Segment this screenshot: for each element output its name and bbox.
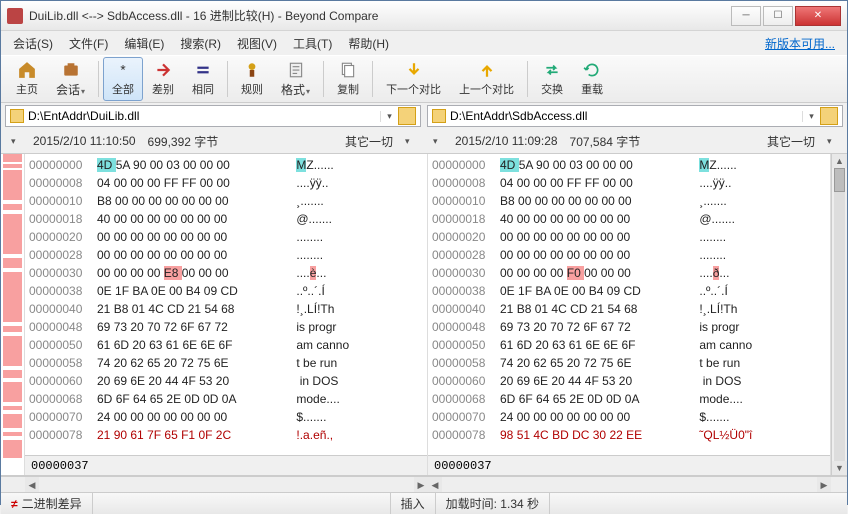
scroll-right-icon[interactable]: ▶ xyxy=(414,477,428,492)
horizontal-scrollbar[interactable]: ◀▶ ◀▶ xyxy=(1,476,847,492)
menu-tools[interactable]: 工具(T) xyxy=(285,32,340,55)
dropdown-icon[interactable]: ▾ xyxy=(405,136,415,147)
right-other[interactable]: 其它一切 xyxy=(767,133,815,150)
right-path-box: ▾ xyxy=(427,105,843,127)
diff-status: ≠二进制差异 xyxy=(1,493,93,514)
left-date: 2015/2/10 11:10:50 xyxy=(33,134,136,148)
right-date: 2015/2/10 11:09:28 xyxy=(455,134,558,148)
menu-view[interactable]: 视图(V) xyxy=(229,32,285,55)
menu-help[interactable]: 帮助(H) xyxy=(340,32,397,55)
not-equal-icon: ≠ xyxy=(11,497,18,511)
reload-button[interactable]: 重载 xyxy=(572,57,612,101)
diff-filter-button[interactable]: 差别 xyxy=(143,57,183,101)
left-size: 699,392 字节 xyxy=(148,133,219,150)
copy-button[interactable]: 复制 xyxy=(328,57,368,101)
browse-button[interactable] xyxy=(820,107,838,125)
format-button[interactable]: 格式▾ xyxy=(272,57,319,101)
right-offset: 00000037 xyxy=(428,455,830,475)
toolbar: 主页 会话▾ *全部 差别 相同 规则 格式▾ 复制 下一个对比 上一个对比 交… xyxy=(1,55,847,103)
left-pane: 00000000 4D 5A 90 00 03 00 00 00 MZ.....… xyxy=(25,154,428,475)
same-filter-button[interactable]: 相同 xyxy=(183,57,223,101)
rules-button[interactable]: 规则 xyxy=(232,57,272,101)
expand-icon[interactable]: ▾ xyxy=(433,136,443,147)
right-info: ▾ 2015/2/10 11:09:28 707,584 字节 其它一切 ▾ xyxy=(427,129,843,153)
minimize-button[interactable]: ─ xyxy=(731,6,761,26)
scroll-left-icon[interactable]: ◀ xyxy=(25,477,39,492)
scroll-left-icon[interactable]: ◀ xyxy=(428,477,442,492)
maximize-button[interactable]: ☐ xyxy=(763,6,793,26)
info-row: ▾ 2015/2/10 11:10:50 699,392 字节 其它一切 ▾ ▾… xyxy=(1,129,847,153)
update-link[interactable]: 新版本可用... xyxy=(765,35,835,52)
right-path-input[interactable] xyxy=(450,109,800,123)
swap-button[interactable]: 交换 xyxy=(532,57,572,101)
session-button[interactable]: 会话▾ xyxy=(47,57,94,101)
next-diff-button[interactable]: 下一个对比 xyxy=(377,57,450,101)
svg-text:*: * xyxy=(120,63,126,78)
scroll-down-icon[interactable]: ▼ xyxy=(832,461,847,475)
insert-mode: 插入 xyxy=(391,493,436,514)
left-other[interactable]: 其它一切 xyxy=(345,133,393,150)
all-filter-button[interactable]: *全部 xyxy=(103,57,143,101)
menu-edit[interactable]: 编辑(E) xyxy=(116,32,172,55)
load-time: 加载时间: 1.34 秒 xyxy=(436,493,550,514)
vertical-scrollbar[interactable]: ▲ ▼ xyxy=(831,154,847,475)
statusbar: ≠二进制差异 插入 加载时间: 1.34 秒 xyxy=(1,492,847,514)
dropdown-icon[interactable]: ▾ xyxy=(802,111,816,122)
home-button[interactable]: 主页 xyxy=(7,57,47,101)
dropdown-icon[interactable]: ▾ xyxy=(380,111,394,122)
left-info: ▾ 2015/2/10 11:10:50 699,392 字节 其它一切 ▾ xyxy=(5,129,421,153)
browse-button[interactable] xyxy=(398,107,416,125)
left-path-input[interactable] xyxy=(28,109,378,123)
left-hex-view[interactable]: 00000000 4D 5A 90 00 03 00 00 00 MZ.....… xyxy=(25,154,427,455)
path-row: ▾ ▾ xyxy=(1,103,847,129)
scroll-up-icon[interactable]: ▲ xyxy=(832,154,847,168)
app-icon xyxy=(7,8,23,24)
right-pane: 00000000 4D 5A 90 00 03 00 00 00 MZ.....… xyxy=(428,154,831,475)
menubar: 会话(S) 文件(F) 编辑(E) 搜索(R) 视图(V) 工具(T) 帮助(H… xyxy=(1,31,847,55)
diff-thumbnail[interactable] xyxy=(1,154,25,475)
titlebar: DuiLib.dll <--> SdbAccess.dll - 16 进制比较(… xyxy=(1,1,847,31)
expand-icon[interactable]: ▾ xyxy=(11,136,21,147)
menu-session[interactable]: 会话(S) xyxy=(5,32,61,55)
scroll-right-icon[interactable]: ▶ xyxy=(817,477,831,492)
close-button[interactable]: ✕ xyxy=(795,6,841,26)
menu-file[interactable]: 文件(F) xyxy=(61,32,116,55)
left-offset: 00000037 xyxy=(25,455,427,475)
left-path-box: ▾ xyxy=(5,105,421,127)
menu-search[interactable]: 搜索(R) xyxy=(172,32,229,55)
right-hex-view[interactable]: 00000000 4D 5A 90 00 03 00 00 00 MZ.....… xyxy=(428,154,830,455)
file-icon xyxy=(10,109,24,123)
prev-diff-button[interactable]: 上一个对比 xyxy=(450,57,523,101)
dropdown-icon[interactable]: ▾ xyxy=(827,136,837,147)
file-icon xyxy=(432,109,446,123)
right-size: 707,584 字节 xyxy=(570,133,641,150)
window-title: DuiLib.dll <--> SdbAccess.dll - 16 进制比较(… xyxy=(29,7,729,24)
main-area: 00000000 4D 5A 90 00 03 00 00 00 MZ.....… xyxy=(1,153,847,476)
